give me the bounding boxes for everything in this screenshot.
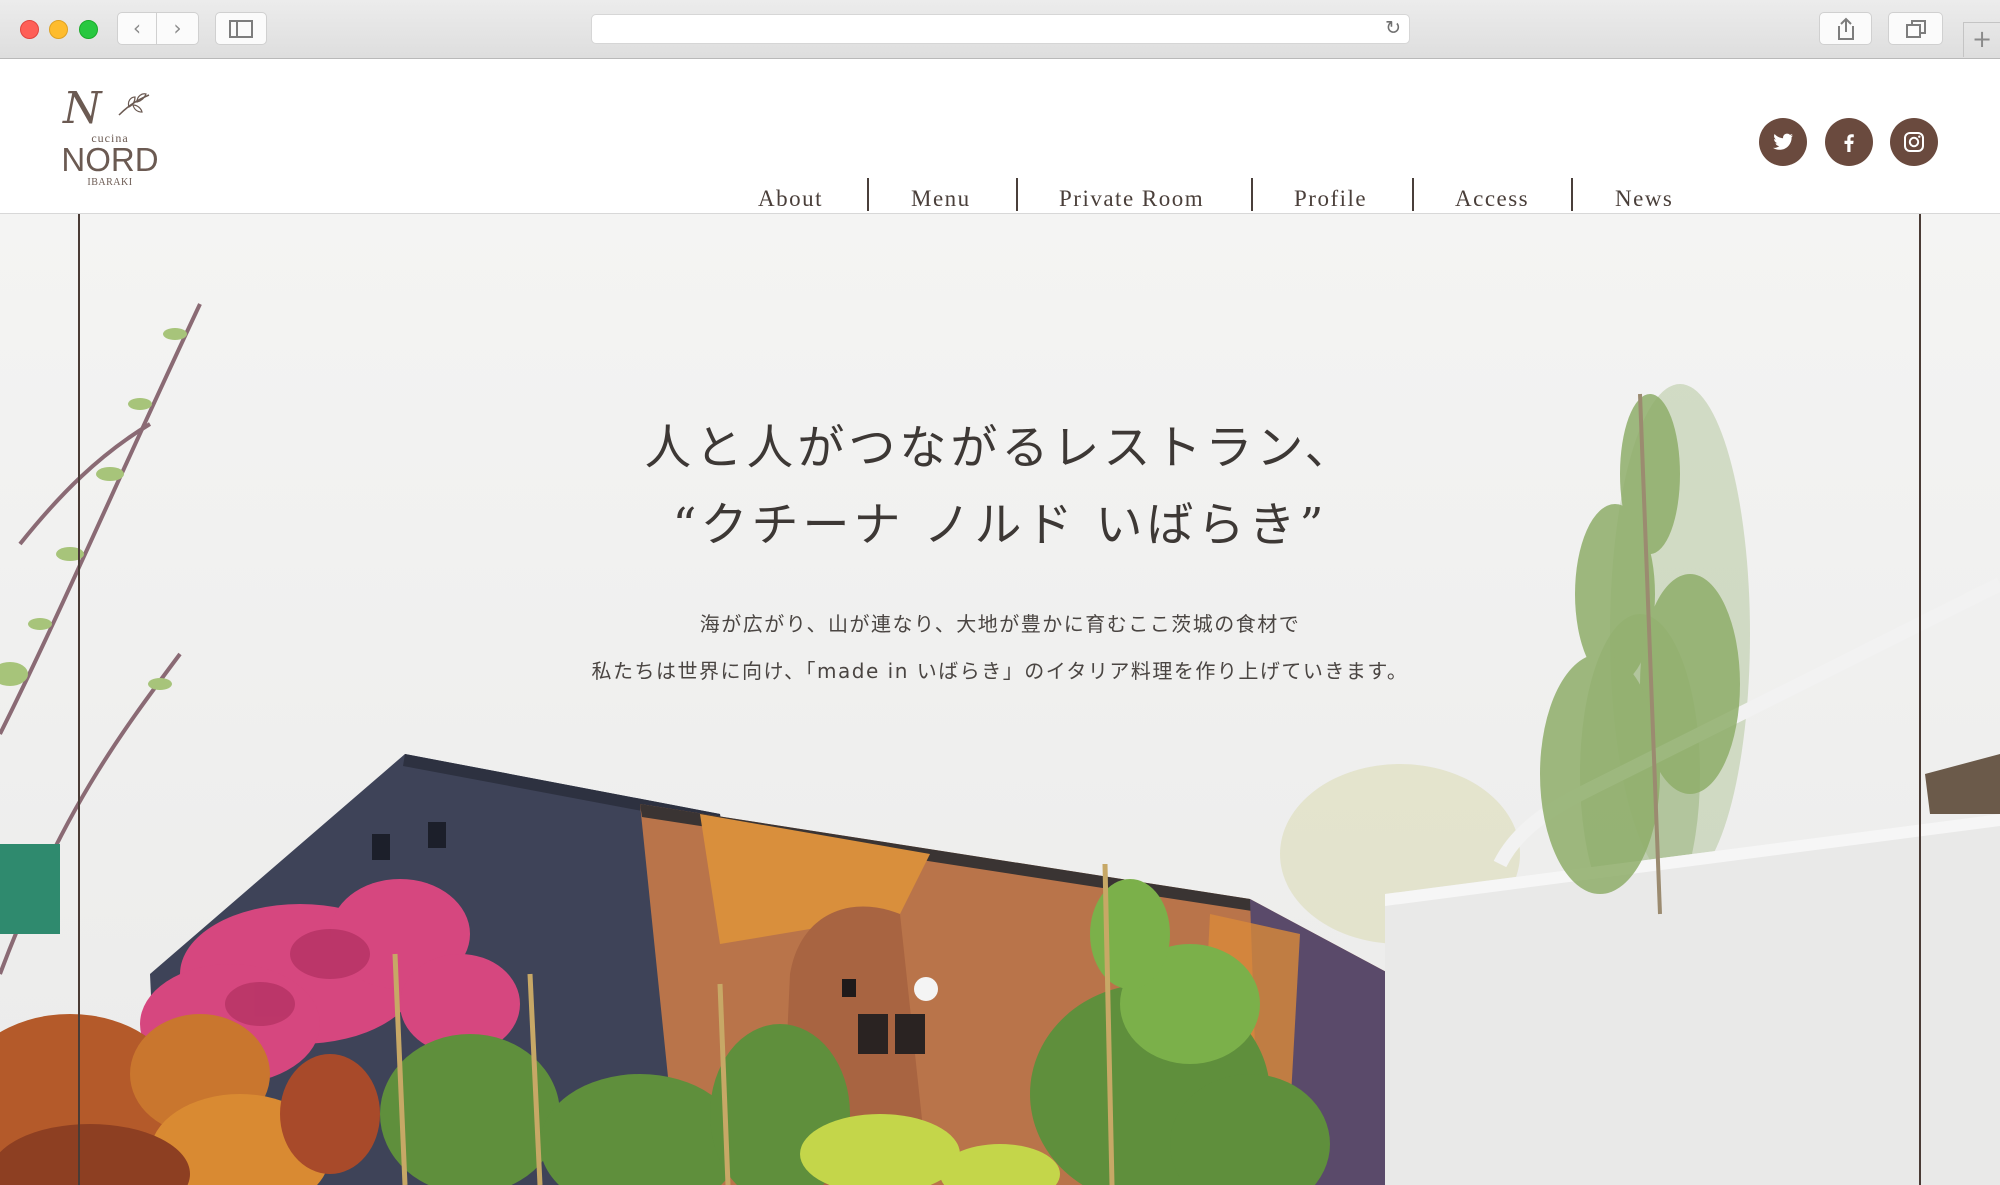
nav-item-menu[interactable]: Menu bbox=[911, 186, 971, 212]
logo-name: NORD bbox=[61, 141, 159, 178]
chevron-right-icon: › bbox=[173, 16, 182, 40]
nav-divider bbox=[1412, 178, 1414, 211]
nav-divider bbox=[1251, 178, 1253, 211]
nav-item-profile[interactable]: Profile bbox=[1294, 186, 1367, 212]
hero-subtitle-line2: 私たちは世界に向け、「made in いばらき」のイタリア料理を作り上げていきま… bbox=[591, 659, 1409, 683]
address-bar[interactable]: ↻ bbox=[591, 14, 1410, 44]
leaf-icon bbox=[118, 93, 150, 116]
hero-subtitle-line1: 海が広がり、山が連なり、大地が豊かに育むここ茨城の食材で bbox=[699, 612, 1301, 636]
nav-divider bbox=[1571, 178, 1573, 211]
back-button[interactable]: ‹ bbox=[117, 12, 157, 45]
share-icon bbox=[1837, 17, 1854, 40]
new-tab-button[interactable]: + bbox=[1963, 22, 2000, 57]
hero-section: 人と人がつながるレストラン、 “クチーナ ノルド いばらき” 海が広がり、山が連… bbox=[0, 214, 2000, 1185]
facebook-icon bbox=[1844, 134, 1854, 152]
frame-line-left bbox=[78, 214, 80, 1185]
instagram-icon bbox=[1904, 132, 1924, 152]
browser-toolbar: ‹ › ↻ + bbox=[0, 0, 2000, 59]
chevron-left-icon: ‹ bbox=[133, 16, 141, 40]
sidebar-toggle-button[interactable] bbox=[215, 12, 267, 45]
hero-photo bbox=[0, 214, 2000, 1185]
twitter-icon bbox=[1773, 133, 1793, 150]
close-window-button[interactable] bbox=[20, 20, 39, 39]
instagram-link[interactable] bbox=[1890, 118, 1938, 166]
nav-item-access[interactable]: Access bbox=[1455, 186, 1529, 212]
hero-title-line1: 人と人がつながるレストラン、 bbox=[644, 421, 1356, 476]
twitter-link[interactable] bbox=[1759, 118, 1807, 166]
logo-monogram: N bbox=[63, 83, 102, 134]
site-logo[interactable]: N cucina NORD IBARAKI bbox=[55, 87, 165, 197]
zoom-window-button[interactable] bbox=[79, 20, 98, 39]
tabs-icon bbox=[1905, 20, 1926, 38]
minimize-window-button[interactable] bbox=[49, 20, 68, 39]
forward-button[interactable]: › bbox=[157, 12, 199, 45]
share-button[interactable] bbox=[1819, 12, 1872, 45]
nav-item-private-room[interactable]: Private Room bbox=[1059, 186, 1204, 212]
nav-item-news[interactable]: News bbox=[1615, 186, 1673, 212]
reload-icon[interactable]: ↻ bbox=[1385, 17, 1401, 39]
frame-line-right bbox=[1919, 214, 1921, 1185]
show-tabs-button[interactable] bbox=[1888, 12, 1943, 45]
site-header: N cucina NORD IBARAKI About Menu Private… bbox=[0, 59, 2000, 214]
sidebar-icon bbox=[229, 20, 253, 38]
hero-title-line2: “クチーナ ノルド いばらき” bbox=[672, 498, 1328, 553]
nav-item-about[interactable]: About bbox=[758, 186, 823, 212]
logo-location: IBARAKI bbox=[87, 177, 133, 188]
nav-divider bbox=[867, 178, 869, 211]
facebook-link[interactable] bbox=[1825, 118, 1873, 166]
plus-icon: + bbox=[1971, 25, 1993, 53]
nav-divider bbox=[1016, 178, 1018, 211]
